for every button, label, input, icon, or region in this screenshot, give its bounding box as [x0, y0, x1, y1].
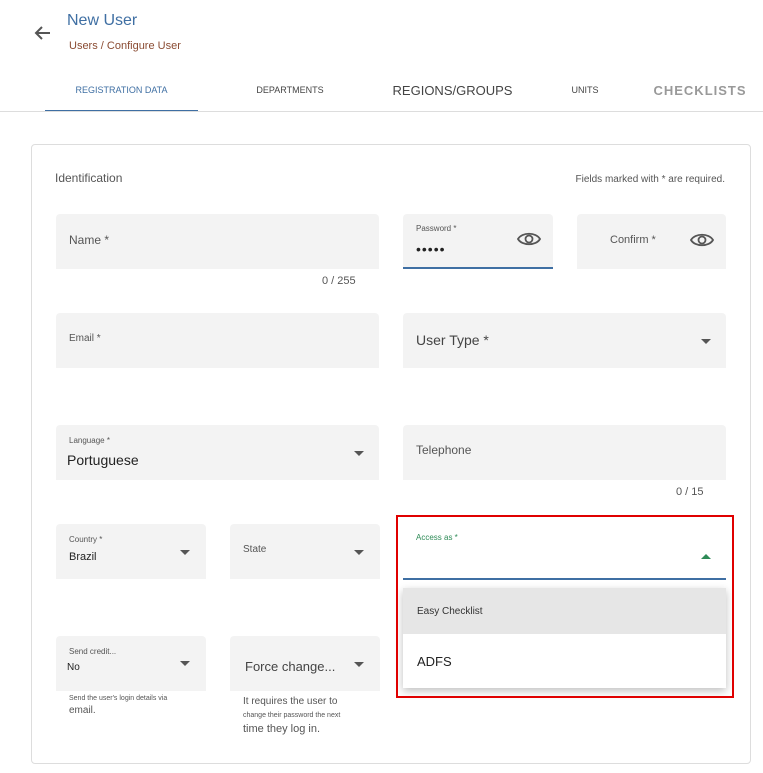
chevron-down-icon: [180, 661, 190, 666]
send-credentials-select[interactable]: Send credit... No: [56, 636, 206, 691]
force-change-hint-2: change their password the next: [243, 712, 341, 719]
force-change-label: Force change...: [245, 659, 336, 674]
back-button[interactable]: [28, 18, 58, 48]
arrow-left-icon: [34, 26, 50, 40]
country-select[interactable]: Country * Brazil: [56, 524, 206, 579]
country-value: Brazil: [69, 551, 97, 563]
tab-departments[interactable]: DEPARTMENTS: [240, 70, 340, 110]
name-label: Name *: [69, 233, 110, 247]
force-change-hint-3: time they log in.: [243, 723, 321, 735]
user-type-select[interactable]: User Type *: [403, 313, 726, 368]
tabs-divider: [0, 111, 763, 112]
state-label: State: [243, 544, 267, 555]
telephone-label: Telephone: [416, 443, 472, 457]
chevron-down-icon: [354, 662, 364, 667]
email-field[interactable]: Email *: [56, 313, 379, 368]
eye-icon[interactable]: [516, 231, 542, 252]
page-title: New User: [67, 12, 138, 29]
tab-regions-groups[interactable]: REGIONS/GROUPS: [390, 70, 515, 110]
password-field[interactable]: Password * •••••: [403, 214, 553, 269]
tab-checklists[interactable]: CHECKLISTS: [650, 70, 750, 110]
highlight-box: [396, 515, 734, 698]
state-select[interactable]: State: [230, 524, 380, 579]
chevron-down-icon: [701, 339, 711, 344]
send-credit-label: Send credit...: [69, 647, 117, 656]
name-counter: 0 / 255: [322, 275, 356, 287]
email-label: Email *: [69, 333, 101, 344]
chevron-down-icon: [180, 550, 190, 555]
name-field[interactable]: Name *: [56, 214, 379, 269]
send-credit-hint: Send the user's login details via: [69, 695, 168, 702]
language-label: Language *: [69, 436, 110, 445]
eye-icon[interactable]: [689, 232, 715, 253]
breadcrumb[interactable]: Users / Configure User: [69, 40, 181, 52]
force-change-select[interactable]: Force change...: [230, 636, 380, 691]
tab-registration-data[interactable]: REGISTRATION DATA: [45, 70, 198, 112]
language-select[interactable]: Language * Portuguese: [56, 425, 379, 480]
chevron-down-icon: [354, 451, 364, 456]
password-value: •••••: [416, 241, 446, 257]
tab-units[interactable]: UNITS: [560, 70, 610, 110]
confirm-password-field[interactable]: Confirm *: [577, 214, 726, 269]
send-credit-value: No: [67, 662, 80, 673]
force-change-hint-1: It requires the user to: [243, 696, 338, 707]
user-type-label: User Type *: [416, 332, 489, 348]
telephone-counter: 0 / 15: [676, 486, 704, 498]
language-value: Portuguese: [67, 452, 139, 468]
section-title: Identification: [55, 171, 123, 185]
country-label: Country *: [69, 535, 103, 544]
confirm-label: Confirm *: [610, 234, 656, 246]
telephone-field[interactable]: Telephone: [403, 425, 726, 480]
chevron-down-icon: [354, 550, 364, 555]
send-credit-hint-email: email.: [69, 705, 96, 716]
required-note: Fields marked with * are required.: [575, 174, 725, 185]
password-label: Password *: [416, 224, 457, 233]
